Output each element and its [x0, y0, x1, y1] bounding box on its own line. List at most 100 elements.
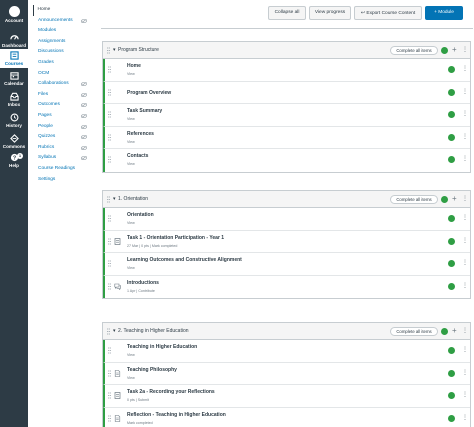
drag-handle-icon[interactable]	[108, 260, 111, 267]
item-menu-icon[interactable]: ⋮	[462, 154, 468, 164]
module-header[interactable]: ▾ 1. Orientation Complete all items + ⋮	[103, 191, 470, 208]
published-check-icon[interactable]	[448, 156, 455, 163]
item-title[interactable]: Home	[127, 63, 141, 69]
item-menu-icon[interactable]: ⋮	[462, 345, 468, 355]
item-title[interactable]: Task 1 - Orientation Participation - Yea…	[127, 235, 224, 241]
course-nav-collaborations[interactable]: Collaborations	[33, 79, 91, 90]
item-menu-icon[interactable]: ⋮	[462, 236, 468, 246]
item-title[interactable]: Teaching in Higher Education	[127, 344, 197, 350]
course-nav-rubrics[interactable]: Rubrics	[33, 143, 91, 154]
course-nav-quizzes[interactable]: Quizzes	[33, 132, 91, 143]
course-nav-outcomes[interactable]: Outcomes	[33, 100, 91, 111]
collapse-all-button[interactable]: Collapse all	[268, 6, 306, 20]
item-title[interactable]: Teaching Philosophy	[127, 367, 177, 373]
drag-handle-icon[interactable]	[108, 347, 111, 354]
drag-handle-icon[interactable]	[108, 237, 111, 245]
course-nav-discussions[interactable]: Discussions	[33, 47, 91, 58]
item-title[interactable]: References	[127, 131, 154, 137]
item-menu-icon[interactable]: ⋮	[462, 413, 468, 423]
module-item[interactable]: Reflection - Teaching in Higher Educatio…	[103, 407, 470, 427]
module-item[interactable]: Task 1 - Orientation Participation - Yea…	[103, 230, 470, 253]
published-check-icon[interactable]	[448, 347, 455, 354]
view-progress-button[interactable]: View progress	[309, 6, 351, 20]
drag-handle-icon[interactable]	[108, 66, 111, 73]
item-menu-icon[interactable]: ⋮	[462, 132, 468, 142]
nav-history[interactable]: History	[0, 112, 28, 130]
item-title[interactable]: Task Summary	[127, 108, 162, 114]
drag-handle-icon[interactable]	[108, 369, 111, 377]
item-menu-icon[interactable]: ⋮	[462, 109, 468, 119]
published-check-icon[interactable]	[448, 133, 455, 141]
published-check-icon[interactable]	[448, 237, 455, 245]
export-course-content-button[interactable]: ↩ Export Course Content	[354, 6, 422, 20]
course-nav-settings[interactable]: Settings	[33, 175, 91, 186]
course-nav-syllabus[interactable]: Syllabus	[33, 153, 91, 164]
module-menu-icon[interactable]: ⋮	[462, 325, 468, 337]
item-title[interactable]: Introductions	[127, 280, 159, 286]
item-title[interactable]: Program Overview	[127, 90, 171, 96]
item-title[interactable]: Orientation	[127, 212, 154, 218]
published-check-icon[interactable]	[448, 414, 455, 422]
drag-handle-icon[interactable]	[108, 133, 111, 141]
module-item[interactable]: Program Overview ⋮	[103, 81, 470, 104]
drag-handle-icon[interactable]	[108, 414, 111, 422]
module-item[interactable]: Introductions 1 Apr | Contribute ⋮	[103, 275, 470, 298]
nav-account[interactable]: Account	[0, 3, 28, 29]
collapse-caret-icon[interactable]: ▾	[113, 328, 116, 334]
drag-handle-icon[interactable]	[108, 282, 111, 290]
nav-courses[interactable]: Courses	[0, 49, 28, 68]
drag-handle-icon[interactable]	[107, 196, 110, 203]
module-menu-icon[interactable]: ⋮	[462, 193, 468, 205]
module-item[interactable]: Task 2a - Recording your Reflections 0 p…	[103, 385, 470, 408]
drag-handle-icon[interactable]	[107, 47, 110, 54]
collapse-caret-icon[interactable]: ▾	[113, 196, 116, 202]
add-item-icon[interactable]: +	[452, 325, 457, 337]
add-item-icon[interactable]: +	[452, 193, 457, 205]
module-item[interactable]: Orientation View ⋮	[103, 208, 470, 231]
course-nav-grades[interactable]: Grades	[33, 58, 91, 69]
module-item[interactable]: Learning Outcomes and Constructive Align…	[103, 253, 470, 276]
item-title[interactable]: Contacts	[127, 153, 148, 159]
nav-dashboard[interactable]: Dashboard	[0, 31, 28, 51]
published-check-icon[interactable]	[448, 215, 455, 222]
published-check-icon[interactable]	[441, 46, 448, 54]
drag-handle-icon[interactable]	[108, 392, 111, 399]
course-nav-assignments[interactable]: Assignments	[33, 37, 91, 48]
module-item[interactable]: Task Summary View ⋮	[103, 104, 470, 127]
module-item[interactable]: Teaching in Higher Education View ⋮	[103, 340, 470, 363]
item-menu-icon[interactable]: ⋮	[462, 281, 468, 291]
nav-calendar[interactable]: Calendar	[0, 70, 28, 88]
course-nav-course-readings[interactable]: Course Readings	[33, 164, 91, 175]
course-nav-people[interactable]: People	[33, 122, 91, 133]
module-header[interactable]: ▾ 2. Teaching in Higher Education Comple…	[103, 323, 470, 340]
course-nav-modules[interactable]: Modules	[33, 26, 91, 37]
add-module-button[interactable]: + Module	[425, 6, 463, 20]
module-item[interactable]: Contacts View ⋮	[103, 149, 470, 172]
course-nav-announcements[interactable]: Announcements	[33, 16, 91, 27]
published-check-icon[interactable]	[448, 66, 455, 73]
drag-handle-icon[interactable]	[108, 156, 111, 163]
published-check-icon[interactable]	[448, 260, 455, 267]
course-nav-pages[interactable]: Pages	[33, 111, 91, 122]
item-menu-icon[interactable]: ⋮	[462, 87, 468, 97]
item-menu-icon[interactable]: ⋮	[462, 213, 468, 223]
nav-commons[interactable]: Commons	[0, 133, 28, 151]
item-menu-icon[interactable]: ⋮	[462, 390, 468, 400]
add-item-icon[interactable]: +	[452, 44, 457, 56]
course-nav-files[interactable]: Files	[33, 90, 91, 101]
module-item[interactable]: Home View ⋮	[103, 59, 470, 82]
drag-handle-icon[interactable]	[108, 88, 111, 96]
course-nav-home[interactable]: Home	[33, 5, 91, 16]
published-check-icon[interactable]	[441, 327, 448, 335]
module-item[interactable]: References View ⋮	[103, 126, 470, 149]
item-menu-icon[interactable]: ⋮	[462, 64, 468, 74]
item-menu-icon[interactable]: ⋮	[462, 368, 468, 378]
published-check-icon[interactable]	[448, 282, 455, 290]
drag-handle-icon[interactable]	[108, 215, 111, 222]
published-check-icon[interactable]	[448, 111, 455, 118]
item-menu-icon[interactable]: ⋮	[462, 258, 468, 268]
course-nav-ocm[interactable]: OCM	[33, 69, 91, 80]
module-menu-icon[interactable]: ⋮	[462, 44, 468, 56]
item-title[interactable]: Learning Outcomes and Constructive Align…	[127, 257, 242, 263]
published-check-icon[interactable]	[448, 88, 455, 96]
